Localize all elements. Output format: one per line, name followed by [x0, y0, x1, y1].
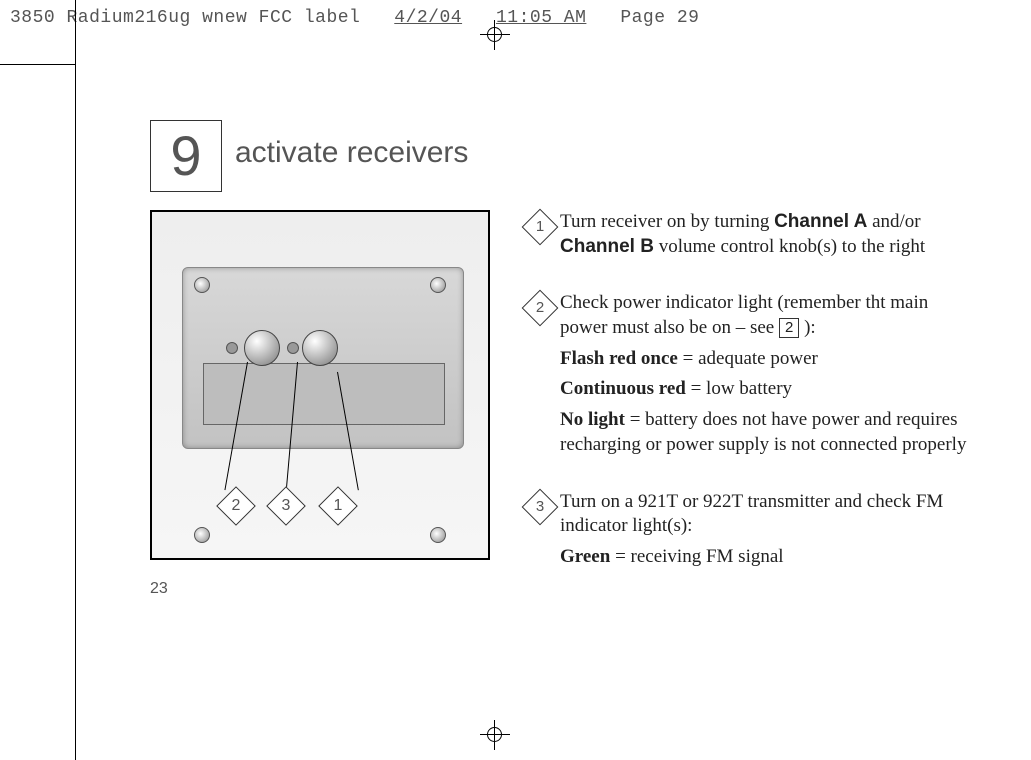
screw-icon — [430, 527, 446, 543]
instruction-step: 2Check power indicator light (remember t… — [520, 291, 980, 463]
text-run: ): — [799, 317, 815, 338]
step-paragraph: Green = receiving FM signal — [560, 545, 980, 570]
step-marker: 2 — [520, 291, 560, 463]
figure-callout: 3 — [266, 486, 306, 526]
text-run: and/or — [867, 211, 920, 232]
figure-callout: 2 — [216, 486, 256, 526]
step-paragraph: Turn on a 921T or 922T transmitter and c… — [560, 490, 980, 539]
step-body: Turn receiver on by turning Channel A an… — [560, 210, 980, 265]
page: 3850 Radium216ug wnew FCC label 4/2/04 1… — [0, 0, 1031, 760]
text-run: Channel B — [560, 236, 654, 257]
text-run: = low battery — [686, 378, 792, 399]
screw-icon — [194, 527, 210, 543]
text-run: Continuous red — [560, 378, 686, 399]
text-run: No light — [560, 409, 625, 430]
section-number-box: 9 — [150, 120, 222, 192]
section-number: 9 — [170, 128, 201, 184]
registration-mark-icon — [480, 720, 510, 750]
step-paragraph: Check power indicator light (remember th… — [560, 291, 980, 340]
print-header: 3850 Radium216ug wnew FCC label 4/2/04 1… — [10, 8, 699, 28]
power-led-icon — [226, 342, 238, 354]
text-run: Turn on a 921T or 922T transmitter and c… — [560, 491, 943, 537]
step-marker-number: 3 — [528, 495, 552, 519]
volume-knob-a — [244, 330, 280, 366]
inline-step-ref: 2 — [779, 318, 799, 338]
text-run: Check power indicator light (remember th… — [560, 292, 928, 338]
crop-mark-icon — [0, 64, 75, 65]
instruction-step: 1 Turn receiver on by turning Channel A a… — [520, 210, 980, 265]
step-marker-number: 1 — [528, 215, 552, 239]
step-body: Check power indicator light (remember th… — [560, 291, 980, 463]
content-area: 9 activate receivers 2 3 1 23 1Turn rece… — [120, 120, 991, 700]
step-marker-number: 2 — [528, 296, 552, 320]
step-paragraph: Turn receiver on by turning Channel A an… — [560, 210, 980, 259]
crop-mark-icon — [75, 0, 76, 760]
text-run: Channel A — [774, 211, 867, 232]
step-marker: 3 — [520, 490, 560, 576]
registration-mark-icon — [480, 20, 510, 50]
text-run: = adequate power — [678, 348, 818, 369]
screw-icon — [430, 277, 446, 293]
text-run: volume control knob(s) to the right — [654, 236, 925, 257]
step-paragraph: Flash red once = adequate power — [560, 347, 980, 372]
diamond-icon: 2 — [522, 290, 559, 327]
step-marker: 1 — [520, 210, 560, 265]
instruction-step: 3 Turn on a 921T or 922T transmitter and … — [520, 490, 980, 576]
step-paragraph: Continuous red = low battery — [560, 377, 980, 402]
fm-led-icon — [287, 342, 299, 354]
page-number: 23 — [150, 580, 168, 598]
print-date: 4/2/04 — [394, 8, 462, 28]
section-title: activate receivers — [235, 136, 468, 170]
print-page: Page 29 — [620, 8, 699, 28]
figure-callout: 1 — [318, 486, 358, 526]
text-run: = receiving FM signal — [610, 546, 783, 567]
instruction-steps: 1 Turn receiver on by turning Channel A a… — [520, 210, 980, 602]
text-run: Turn receiver on by turning — [560, 211, 774, 232]
step-body: Turn on a 921T or 922T transmitter and c… — [560, 490, 980, 576]
step-paragraph: No light = battery does not have power a… — [560, 408, 980, 457]
device-figure: 2 3 1 — [150, 210, 490, 560]
screw-icon — [194, 277, 210, 293]
volume-knob-b — [302, 330, 338, 366]
text-run: Green — [560, 546, 610, 567]
diamond-icon: 3 — [522, 488, 559, 525]
print-filename: 3850 Radium216ug wnew FCC label — [10, 8, 360, 28]
diamond-icon: 1 — [522, 209, 559, 246]
text-run: Flash red once — [560, 348, 678, 369]
